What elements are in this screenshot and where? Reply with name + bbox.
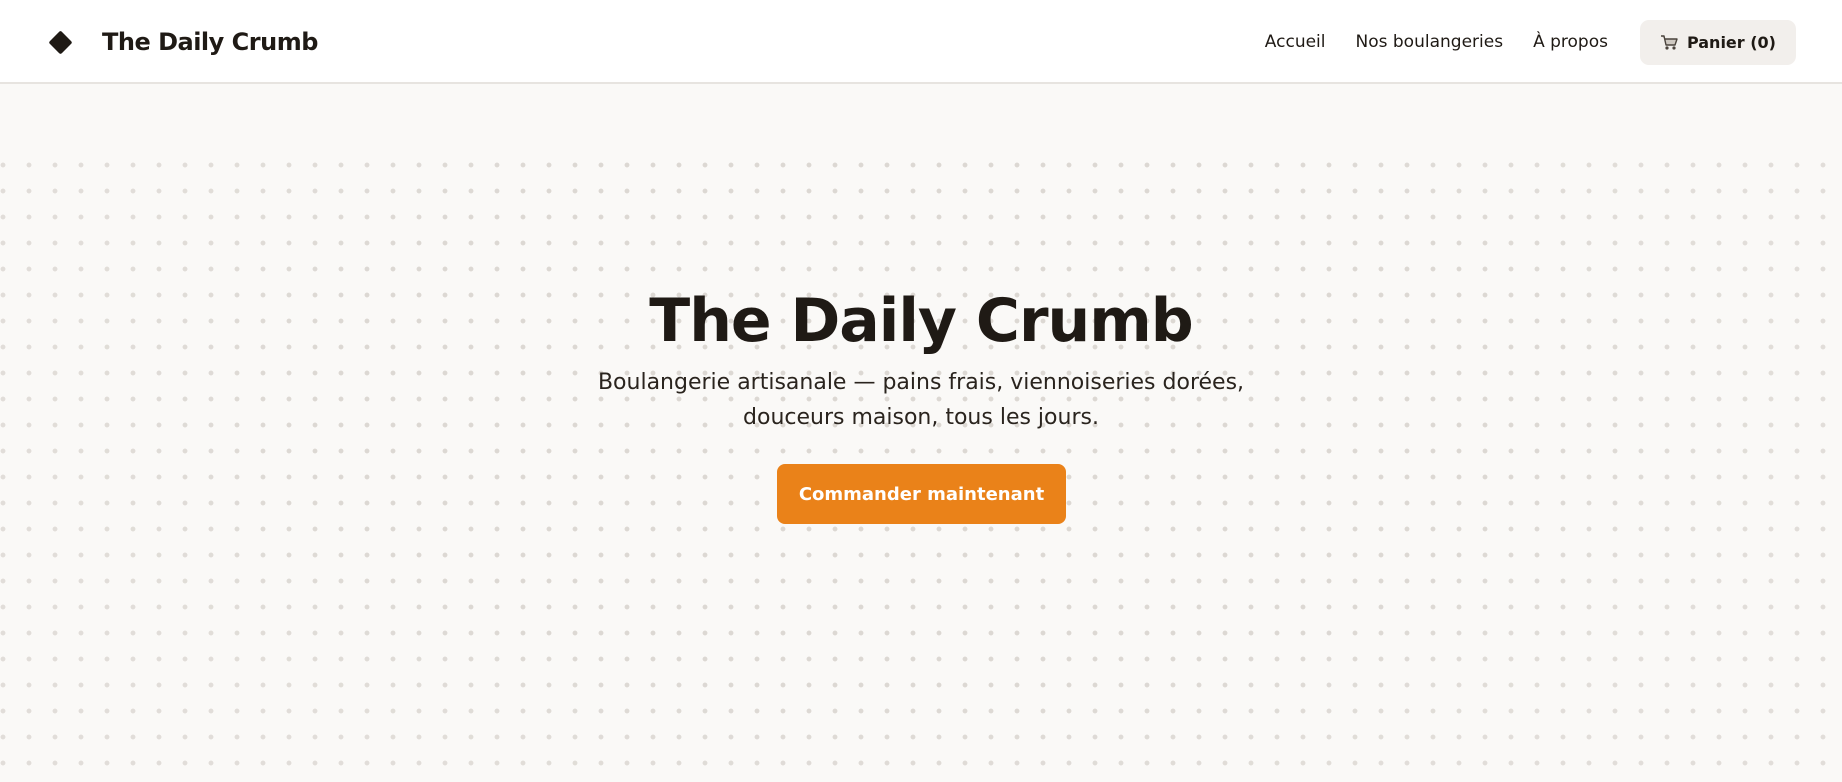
nav-link-accueil[interactable]: Accueil bbox=[1265, 32, 1326, 52]
main-nav: Accueil Nos boulangeries À propos Panier… bbox=[1265, 0, 1796, 84]
hero-title: The Daily Crumb bbox=[649, 286, 1193, 356]
hero-subtitle: Boulangerie artisanale — pains frais, vi… bbox=[597, 370, 1245, 430]
brand-name: The Daily Crumb bbox=[102, 28, 318, 56]
nav-link-a-propos[interactable]: À propos bbox=[1533, 32, 1608, 52]
cart-button[interactable]: Panier (0) bbox=[1639, 19, 1796, 65]
cart-label: Panier (0) bbox=[1686, 32, 1776, 52]
top-navigation-bar: The Daily Crumb Accueil Nos boulangeries… bbox=[0, 0, 1842, 84]
order-now-button[interactable]: Commander maintenant bbox=[777, 464, 1066, 524]
diamond-logo-icon bbox=[48, 29, 73, 55]
hero-section: The Daily Crumb Boulangerie artisanale —… bbox=[0, 86, 1842, 782]
nav-link-boulangeries[interactable]: Nos boulangeries bbox=[1356, 32, 1504, 52]
cart-icon bbox=[1660, 34, 1679, 51]
brand-home-link[interactable]: The Daily Crumb bbox=[48, 0, 318, 84]
